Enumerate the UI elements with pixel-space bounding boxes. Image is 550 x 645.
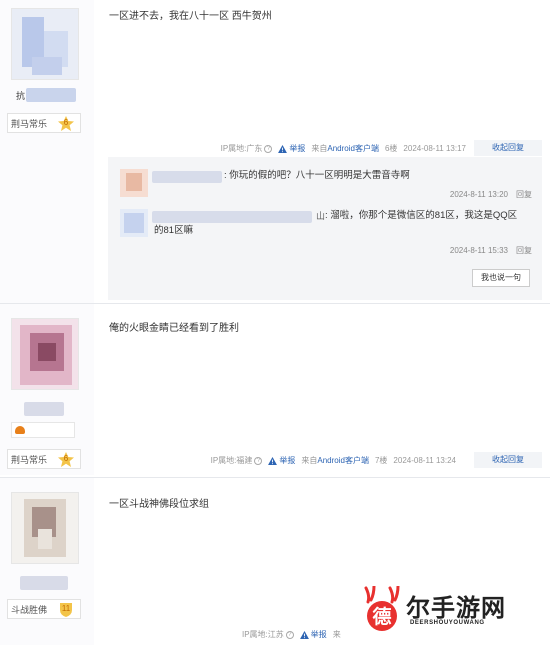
watermark-subtext: DEERSHOUYOUWANG xyxy=(410,620,485,626)
help-icon[interactable]: ? xyxy=(285,630,294,639)
username-redacted xyxy=(26,88,76,102)
badge-level: 11 xyxy=(61,604,71,613)
post-meta: IP属地:江苏 ? 举报 来 xyxy=(242,629,341,640)
source-prefix: 来自 xyxy=(311,144,328,153)
source-prefix: 来 xyxy=(332,630,341,639)
reply-time: 2024-8-11 15:33 xyxy=(449,246,508,255)
collapse-replies-button[interactable]: 收起回复 xyxy=(474,452,542,468)
ip-location: IP属地:福建 xyxy=(210,456,253,465)
floor-number: 6楼 xyxy=(384,144,398,153)
floor-number: 7楼 xyxy=(374,456,388,465)
flame-icon xyxy=(15,426,25,434)
ip-location: IP属地:广东 xyxy=(220,144,263,153)
badge-title: 荆马常乐 xyxy=(11,454,48,465)
post-floor-6: 抗 荆马常乐 6 一区进不去，我在八十一区 西牛贺州 IP属地:广东 ? 举报 … xyxy=(0,0,550,303)
report-button[interactable]: 举报 xyxy=(299,629,327,640)
reply-button[interactable]: 回复 xyxy=(516,246,532,255)
source-link[interactable]: Android客户端 xyxy=(327,144,379,153)
warning-icon xyxy=(299,630,309,639)
reply-username-suffix[interactable]: 山 xyxy=(316,209,325,222)
avatar[interactable] xyxy=(11,318,79,390)
post-floor-7: 荆马常乐 6 俺的火眼金睛已经看到了胜利 IP属地:福建 ? 举报 来自Andr… xyxy=(0,304,550,475)
site-watermark: 德 尔手游网 DEERSHOUYOUWANG xyxy=(360,584,542,638)
member-badge[interactable]: 斗战胜佛 11 xyxy=(7,599,81,619)
level-star-icon: 6 xyxy=(58,116,74,131)
reply-username-redacted xyxy=(152,171,222,183)
badge-level: 6 xyxy=(63,118,69,127)
source: 来自Android客户端 xyxy=(301,455,369,466)
reply-meta: 2024-8-11 15:33 回复 xyxy=(450,245,532,256)
post-meta: IP属地:广东 ? 举报 来自Android客户端 6楼 2024-08-11 … xyxy=(221,143,466,154)
reply-time: 2024-8-11 13:20 xyxy=(449,190,508,199)
username-redacted xyxy=(24,402,64,416)
reply-username-redacted xyxy=(152,211,312,223)
reply-button[interactable]: 回复 xyxy=(516,190,532,199)
post-content: 一区斗战神佛段位求组 xyxy=(109,499,209,510)
reply-panel: : 你玩的假的吧？八十一区明明是大雷音寺啊 2024-8-11 13:20 回复 … xyxy=(108,157,542,300)
username-prefix[interactable]: 抗 xyxy=(16,89,25,102)
source-link[interactable]: Android客户端 xyxy=(317,456,369,465)
avatar[interactable] xyxy=(11,8,79,80)
reply-avatar[interactable] xyxy=(120,209,148,237)
report-label: 举报 xyxy=(279,456,296,465)
level-star-icon: 6 xyxy=(58,452,74,467)
ip-location: IP属地:江苏 xyxy=(242,630,284,639)
reply-item: 山 : 溜啦，你那个是微信区的81区，我这是QQ区 的81区嘛 2024-8-1… xyxy=(120,209,532,261)
collapse-replies-button[interactable]: 收起回复 xyxy=(474,140,542,156)
help-icon[interactable]: ? xyxy=(264,144,273,153)
member-badge[interactable]: 荆马常乐 6 xyxy=(7,113,81,133)
extra-badge xyxy=(11,422,75,438)
badge-level: 6 xyxy=(63,454,69,463)
reply-content-continued: 的81区嘛 xyxy=(154,225,194,236)
report-label: 举报 xyxy=(289,144,306,153)
badge-title: 斗战胜佛 xyxy=(11,604,48,615)
author-column: 斗战胜佛 11 xyxy=(0,478,94,645)
logo-char: 德 xyxy=(372,605,391,628)
author-column: 抗 荆马常乐 6 xyxy=(0,0,94,303)
warning-icon xyxy=(278,144,288,153)
report-button[interactable]: 举报 xyxy=(278,143,305,154)
reply-item: : 你玩的假的吧？八十一区明明是大雷音寺啊 2024-8-11 13:20 回复 xyxy=(120,169,532,209)
badge-title: 荆马常乐 xyxy=(11,118,48,129)
warning-icon xyxy=(268,456,278,465)
username-redacted xyxy=(20,576,68,590)
post-time: 2024-08-11 13:17 xyxy=(403,144,466,153)
post-content: 俺的火眼金睛已经看到了胜利 xyxy=(109,323,239,334)
add-reply-button[interactable]: 我也说一句 xyxy=(472,269,530,287)
deer-logo-icon: 德 xyxy=(360,584,404,634)
reply-content: : 你玩的假的吧？八十一区明明是大雷音寺啊 xyxy=(224,170,410,181)
post-body: 俺的火眼金睛已经看到了胜利 xyxy=(94,304,550,475)
help-icon[interactable]: ? xyxy=(254,456,263,465)
report-button[interactable]: 举报 xyxy=(268,455,295,466)
avatar[interactable] xyxy=(11,492,79,564)
author-column: 荆马常乐 6 xyxy=(0,304,94,475)
report-label: 举报 xyxy=(310,630,327,639)
watermark-text: 尔手游网 xyxy=(406,593,506,622)
post-time: 2024-08-11 13:24 xyxy=(393,456,456,465)
reply-meta: 2024-8-11 13:20 回复 xyxy=(450,189,532,200)
member-badge[interactable]: 荆马常乐 6 xyxy=(7,449,81,469)
source: 来自Android客户端 xyxy=(311,143,379,154)
reply-avatar[interactable] xyxy=(120,169,148,197)
post-meta: IP属地:福建 ? 举报 来自Android客户端 7楼 2024-08-11 … xyxy=(211,455,456,466)
level-shield-icon: 11 xyxy=(58,602,74,617)
post-content: 一区进不去，我在八十一区 西牛贺州 xyxy=(109,11,272,22)
source-prefix: 来自 xyxy=(301,456,318,465)
reply-content: : 溜啦，你那个是微信区的81区，我这是QQ区 xyxy=(325,210,518,221)
